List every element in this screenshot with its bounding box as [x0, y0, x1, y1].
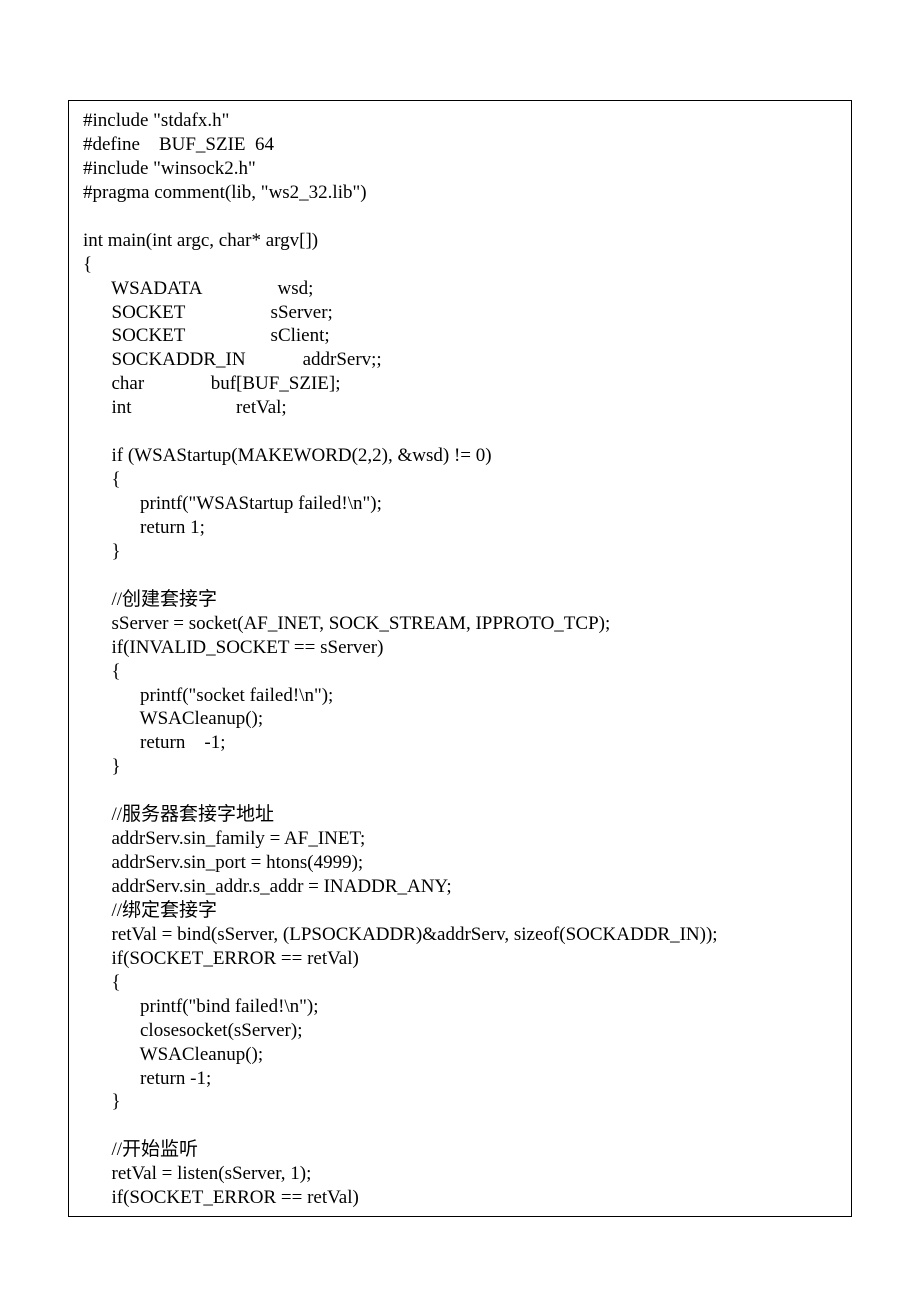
document-page: #include "stdafx.h" #define BUF_SZIE 64 … [0, 0, 920, 1217]
code-listing: #include "stdafx.h" #define BUF_SZIE 64 … [83, 109, 837, 1210]
code-box: #include "stdafx.h" #define BUF_SZIE 64 … [68, 100, 852, 1217]
